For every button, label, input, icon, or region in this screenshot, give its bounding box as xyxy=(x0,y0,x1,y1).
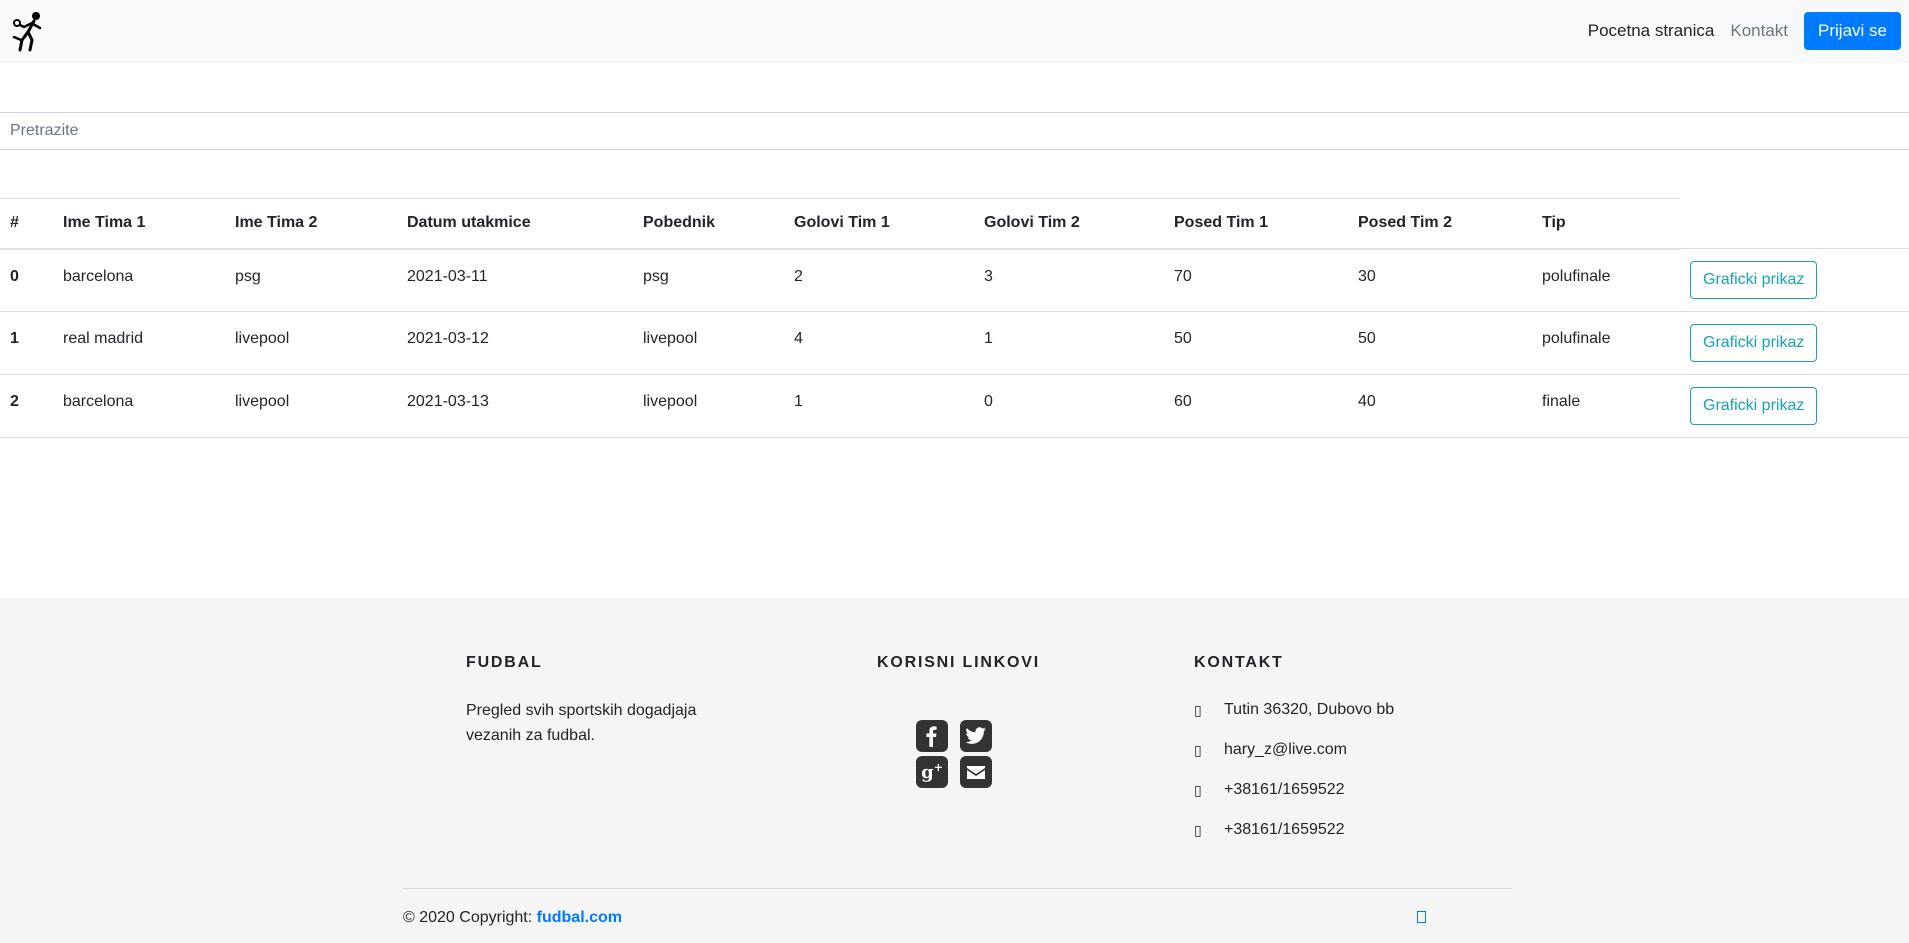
copyright: © 2020 Copyright: fudbal.com xyxy=(403,909,622,927)
chart-view-button[interactable]: Graficki prikaz xyxy=(1690,387,1818,425)
column-header: Posed Tim 2 xyxy=(1348,198,1532,250)
cell-team1: real madrid xyxy=(53,311,225,375)
table-row: 1 real madrid livepool 2021-03-12 livepo… xyxy=(0,311,1909,375)
copyright-link[interactable]: fudbal.com xyxy=(537,909,622,926)
cell-team2: psg xyxy=(225,248,397,312)
chart-view-button[interactable]: Graficki prikaz xyxy=(1690,324,1818,362)
contact-item: ▯ +38161/1659522 xyxy=(1194,770,1394,810)
cell-goals1: 4 xyxy=(784,311,974,375)
column-header: Ime Tima 2 xyxy=(225,198,397,250)
copyright-text: © 2020 Copyright: xyxy=(403,909,533,926)
contact-item: ▯ +38161/1659522 xyxy=(1194,810,1394,850)
footer-about-heading: FUDBAL xyxy=(466,654,543,671)
column-header-actions xyxy=(1680,198,1909,249)
google-plus-icon[interactable]: g+ xyxy=(916,756,948,788)
column-header: Tip xyxy=(1532,198,1680,250)
cell-goals1: 1 xyxy=(784,374,974,438)
footer-about: FUDBAL Pregled svih sportskih dogadjaja … xyxy=(466,654,726,748)
column-header: Golovi Tim 2 xyxy=(974,198,1164,250)
cell-goals2: 3 xyxy=(974,248,1164,312)
envelope-icon: ▯ xyxy=(1194,741,1202,758)
phone-icon: ▯ xyxy=(1194,781,1202,798)
nav-link-contact[interactable]: Kontakt xyxy=(1722,11,1796,51)
cell-team2: livepool xyxy=(225,374,397,438)
cell-index: 0 xyxy=(0,248,53,312)
cell-winner: livepool xyxy=(633,374,784,438)
footer-contact: KONTAKT ▯ Tutin 36320, Dubovo bb ▯ hary_… xyxy=(1194,654,1394,850)
cell-possession2: 30 xyxy=(1348,248,1532,312)
login-button[interactable]: Prijavi se xyxy=(1804,12,1901,50)
cell-possession2: 50 xyxy=(1348,311,1532,375)
contact-email: hary_z@live.com xyxy=(1224,741,1347,758)
footer-contact-heading: KONTAKT xyxy=(1194,654,1284,671)
cell-team1: barcelona xyxy=(53,374,225,438)
cell-type: polufinale xyxy=(1532,248,1680,312)
matches-table: # Ime Tima 1 Ime Tima 2 Datum utakmice P… xyxy=(0,198,1909,438)
cell-team1: barcelona xyxy=(53,248,225,312)
cell-type: polufinale xyxy=(1532,311,1680,375)
column-header: # xyxy=(0,198,53,250)
cell-index: 2 xyxy=(0,374,53,438)
column-header: Golovi Tim 1 xyxy=(784,198,974,250)
table-row: 0 barcelona psg 2021-03-11 psg 2 3 70 30… xyxy=(0,248,1909,312)
contact-fax: +38161/1659522 xyxy=(1224,821,1345,838)
soccer-player-icon[interactable] xyxy=(12,10,44,52)
cell-goals2: 0 xyxy=(974,374,1164,438)
cell-actions: Graficki prikaz xyxy=(1680,311,1909,375)
cell-index: 1 xyxy=(0,311,53,375)
column-header: Pobednik xyxy=(633,198,784,250)
cell-type: finale xyxy=(1532,374,1680,438)
nav-links: Pocetna stranica Kontakt Prijavi se xyxy=(1580,11,1901,51)
cell-winner: livepool xyxy=(633,311,784,375)
contact-phone: +38161/1659522 xyxy=(1224,781,1345,798)
cell-goals1: 2 xyxy=(784,248,974,312)
column-header: Ime Tima 1 xyxy=(53,198,225,250)
nav-link-home[interactable]: Pocetna stranica xyxy=(1580,11,1723,51)
cell-possession1: 50 xyxy=(1164,311,1348,375)
home-icon: ▯ xyxy=(1194,701,1202,718)
footer-links-heading: KORISNI LINKOVI xyxy=(877,654,1041,671)
envelope-icon[interactable] xyxy=(960,756,992,788)
cell-actions: Graficki prikaz xyxy=(1680,374,1909,438)
cell-date: 2021-03-11 xyxy=(397,248,633,312)
footer-about-text: Pregled svih sportskih dogadjaja vezanih… xyxy=(466,702,697,744)
cell-goals2: 1 xyxy=(974,311,1164,375)
contact-address: Tutin 36320, Dubovo bb xyxy=(1224,701,1395,718)
cell-team2: livepool xyxy=(225,311,397,375)
column-header: Datum utakmice xyxy=(397,198,633,250)
column-header: Posed Tim 1 xyxy=(1164,198,1348,250)
cell-winner: psg xyxy=(633,248,784,312)
footer: FUDBAL Pregled svih sportskih dogadjaja … xyxy=(0,598,1909,943)
cell-possession1: 60 xyxy=(1164,374,1348,438)
cell-date: 2021-03-12 xyxy=(397,311,633,375)
footer-divider xyxy=(403,888,1512,889)
cell-date: 2021-03-13 xyxy=(397,374,633,438)
cell-actions: Graficki prikaz xyxy=(1680,248,1909,312)
chart-view-button[interactable]: Graficki prikaz xyxy=(1690,261,1818,299)
contact-item: ▯ Tutin 36320, Dubovo bb xyxy=(1194,690,1394,730)
contact-list: ▯ Tutin 36320, Dubovo bb ▯ hary_z@live.c… xyxy=(1194,690,1394,850)
navbar: Pocetna stranica Kontakt Prijavi se xyxy=(0,0,1909,63)
print-icon: ▯ xyxy=(1194,821,1202,838)
footer-links: KORISNI LINKOVI xyxy=(877,654,1040,672)
facebook-icon[interactable] xyxy=(916,720,948,752)
twitter-icon[interactable] xyxy=(960,720,992,752)
scroll-top-icon[interactable] xyxy=(1417,911,1426,923)
search-input[interactable] xyxy=(0,112,1909,150)
table-header-row: # Ime Tima 1 Ime Tima 2 Datum utakmice P… xyxy=(0,198,1909,250)
cell-possession1: 70 xyxy=(1164,248,1348,312)
contact-item: ▯ hary_z@live.com xyxy=(1194,730,1394,770)
cell-possession2: 40 xyxy=(1348,374,1532,438)
table-row: 2 barcelona livepool 2021-03-13 livepool… xyxy=(0,374,1909,438)
